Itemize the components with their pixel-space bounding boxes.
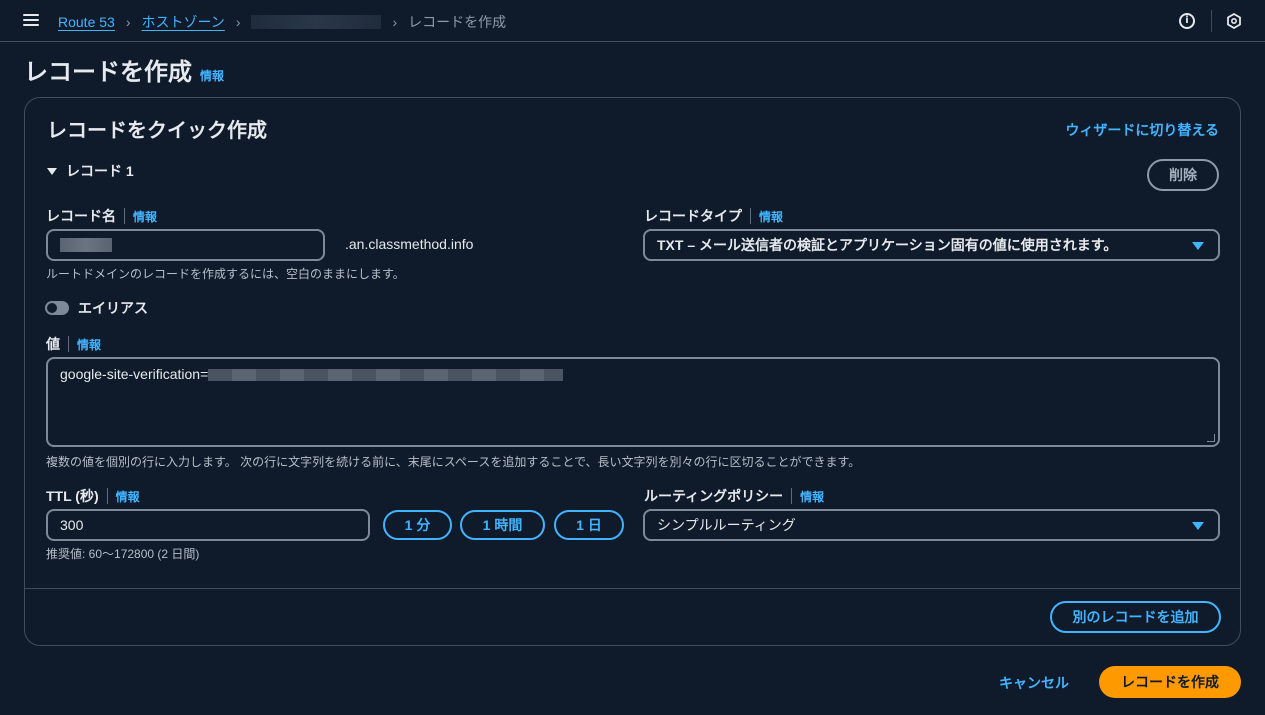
redacted-value [60, 238, 112, 252]
value-info-link[interactable]: 情報 [77, 336, 101, 353]
redacted-value [208, 369, 564, 381]
caret-down-icon [1192, 522, 1204, 530]
record-heading: レコード 1 [66, 163, 134, 179]
ttl-label: TTL (秒) [46, 488, 99, 504]
info-icon[interactable]: i [1179, 13, 1195, 29]
add-another-record-button[interactable]: 別のレコードを追加 [1050, 601, 1221, 633]
record-type-info-link[interactable]: 情報 [759, 208, 783, 225]
record-type-select[interactable]: TXT – メール送信者の検証とアプリケーション固有の値に使用されます。 [643, 229, 1220, 261]
breadcrumb: Route 53 › ホストゾーン › › レコードを作成 [58, 12, 506, 32]
routing-policy-select[interactable]: シンプルルーティング [643, 509, 1220, 541]
top-navigation-bar: Route 53 › ホストゾーン › › レコードを作成 i [0, 0, 1265, 42]
label-separator [106, 488, 108, 504]
record-name-hint: ルートドメインのレコードを作成するには、空白のままにします。 [46, 267, 405, 281]
record-name-label: レコード名 [46, 208, 116, 224]
domain-suffix: .an.classmethod.info [345, 236, 474, 252]
record-name-input[interactable] [46, 229, 325, 261]
alias-label: エイリアス [78, 300, 148, 316]
page-header: レコードを作成 情報 [24, 52, 224, 87]
cancel-button[interactable]: キャンセル [999, 673, 1069, 693]
routing-policy-selected: シンプルルーティング [657, 517, 796, 533]
record-type-label-row: レコードタイプ 情報 [644, 206, 783, 226]
routing-policy-label: ルーティングポリシー [644, 488, 784, 504]
record-name-label-row: レコード名 情報 [46, 206, 157, 226]
caret-down-icon [47, 167, 57, 175]
record-name-info-link[interactable]: 情報 [133, 208, 157, 225]
label-separator [124, 208, 125, 224]
value-textarea[interactable]: google-site-verification= [46, 357, 1220, 447]
record-type-label: レコードタイプ [644, 208, 742, 224]
routing-policy-info-link[interactable]: 情報 [800, 488, 824, 505]
ttl-hint: 推奨値: 60～172800 (2 日間) [46, 547, 200, 561]
panel-footer-divider [25, 588, 1240, 589]
breadcrumb-route53[interactable]: Route 53 [58, 14, 115, 30]
label-separator [791, 488, 793, 504]
ttl-1-hour-button[interactable]: 1 時間 [460, 510, 545, 540]
ttl-info-link[interactable]: 情報 [116, 488, 140, 505]
breadcrumb-hosted-zones[interactable]: ホストゾーン [142, 12, 225, 32]
ttl-value: 300 [60, 517, 84, 533]
toggle-switch[interactable] [45, 301, 69, 315]
ttl-1-day-button[interactable]: 1 日 [554, 510, 624, 540]
create-records-button[interactable]: レコードを作成 [1099, 666, 1241, 698]
value-label: 値 [46, 336, 60, 352]
menu-icon[interactable] [23, 14, 39, 27]
page-title: レコードを作成 [24, 59, 192, 86]
value-text: google-site-verification= [60, 366, 209, 382]
ttl-1-minute-button[interactable]: 1 分 [383, 510, 452, 540]
record-type-selected: TXT – メール送信者の検証とアプリケーション固有の値に使用されます。 [657, 237, 1118, 253]
panel-title: レコードをクイック作成 [47, 120, 267, 142]
chevron-right-icon: › [235, 14, 241, 30]
chevron-right-icon: › [392, 14, 398, 30]
record-1-expand-toggle[interactable]: レコード 1 [47, 161, 134, 181]
switch-to-wizard-link[interactable]: ウィザードに切り替える [1065, 120, 1219, 140]
settings-icon[interactable] [1226, 13, 1242, 29]
routing-policy-label-row: ルーティングポリシー 情報 [644, 486, 824, 506]
alias-toggle[interactable]: エイリアス [45, 298, 148, 318]
page-info-link[interactable]: 情報 [200, 67, 224, 84]
quick-create-panel: レコードをクイック作成 ウィザードに切り替える レコード 1 削除 レコード名 … [24, 97, 1241, 646]
caret-down-icon [1192, 242, 1204, 250]
label-separator [750, 208, 751, 224]
ttl-input[interactable]: 300 [46, 509, 370, 541]
label-separator [68, 336, 69, 352]
resize-handle[interactable] [1207, 434, 1215, 442]
chevron-right-icon: › [125, 14, 131, 30]
divider [1211, 10, 1212, 32]
value-hint: 複数の値を個別の行に入力します。 次の行に文字列を続ける前に、末尾にスペースを追… [46, 455, 861, 469]
breadcrumb-hosted-zone-redacted[interactable] [251, 15, 382, 29]
ttl-label-row: TTL (秒) 情報 [46, 486, 140, 506]
delete-button[interactable]: 削除 [1147, 159, 1219, 191]
breadcrumb-current-page: レコードを作成 [408, 14, 507, 30]
value-label-row: 値 情報 [46, 334, 101, 354]
